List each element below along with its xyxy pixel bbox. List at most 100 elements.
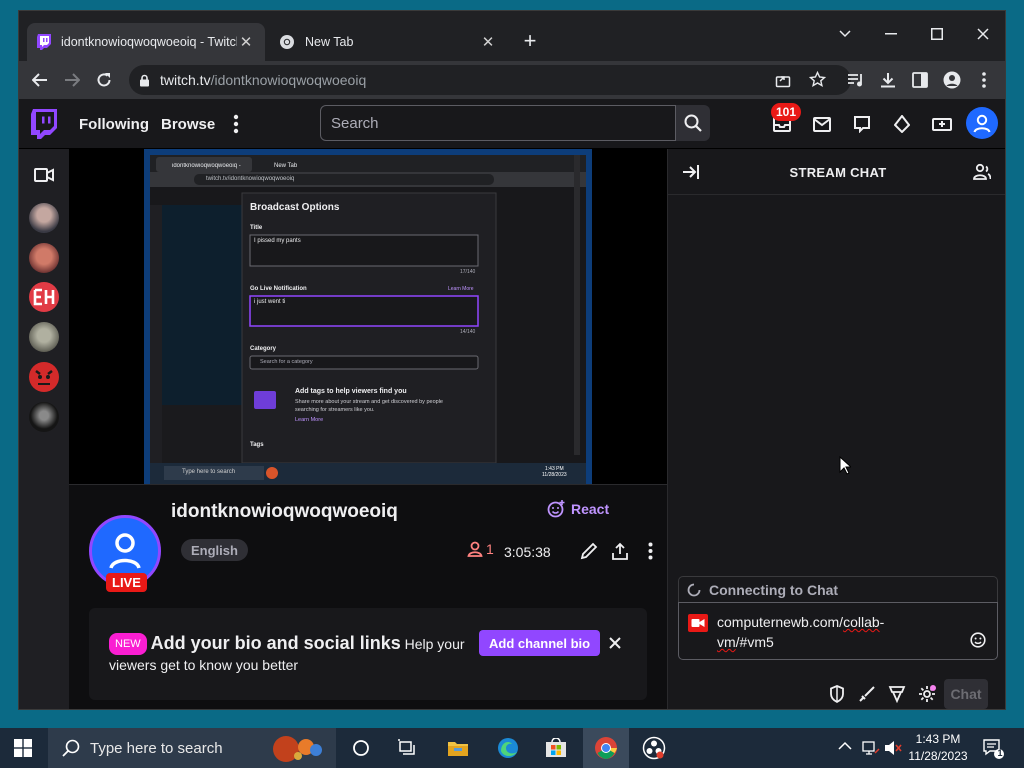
media-controls-icon[interactable] — [841, 65, 871, 95]
nav-browse[interactable]: Browse — [161, 99, 215, 149]
mouse-cursor-icon — [839, 456, 851, 475]
task-view-icon[interactable] — [384, 728, 430, 768]
bits-icon[interactable] — [887, 109, 917, 139]
more-nav-icon[interactable] — [233, 114, 239, 134]
predictions-icon[interactable] — [886, 683, 908, 705]
reload-icon[interactable] — [89, 65, 119, 95]
language-tag[interactable]: English — [181, 539, 248, 561]
chrome-taskbar-icon[interactable] — [583, 728, 629, 768]
nav-following[interactable]: Following — [79, 99, 149, 149]
tray-chevron-icon[interactable] — [838, 741, 852, 750]
close-window-icon[interactable] — [963, 19, 1003, 49]
action-center-icon[interactable]: 1 — [982, 738, 1004, 760]
tab-title: New Tab — [305, 35, 354, 49]
search-icon[interactable] — [676, 105, 710, 141]
search-input[interactable]: Search — [320, 105, 676, 141]
twitch-favicon-icon — [37, 34, 51, 50]
channel-name[interactable]: idontknowioqwoqwoeoiq — [171, 501, 398, 523]
nested-clock: 1:43 PM 11/28/2023 — [542, 466, 567, 478]
bio-promo-card: NEW Add your bio and social links Help yo… — [89, 608, 647, 700]
channel-avatar[interactable] — [29, 282, 59, 312]
twitch-logo-icon[interactable] — [31, 109, 57, 139]
viewer-count: 1 — [467, 541, 494, 557]
chat-title: STREAM CHAT — [789, 164, 887, 180]
side-panel-icon[interactable] — [905, 65, 935, 95]
viewer-count-value: 1 — [486, 541, 494, 557]
windows-taskbar: Type here to search 1:43 PM 11/28/2023 1 — [0, 728, 1024, 768]
share-upload-icon[interactable] — [608, 539, 632, 563]
channel-avatar[interactable] — [29, 402, 59, 432]
channel-info-panel: LIVE idontknowioqwoqwoeoiq English React… — [69, 484, 667, 709]
back-icon[interactable] — [25, 65, 55, 95]
close-tab-icon[interactable]: ✕ — [479, 33, 497, 51]
channel-avatar[interactable] — [29, 203, 59, 233]
prime-loot-icon[interactable] — [927, 109, 957, 139]
tab-twitch[interactable]: idontknowioqwoqwoeoiq - Twitch ✕ — [27, 23, 265, 61]
tab-new-tab[interactable]: New Tab ✕ — [269, 23, 507, 61]
community-icon[interactable] — [973, 163, 991, 181]
stream-video-frame: idontknowioqwoqwoeoiq - Twitch New Tab t… — [144, 149, 592, 484]
taskbar-clock[interactable]: 1:43 PM 11/28/2023 — [900, 731, 976, 765]
add-channel-bio-button[interactable]: Add channel bio — [479, 630, 601, 656]
chat-text-part: /#vm5 — [735, 634, 774, 650]
nested-tab-title: New Tab — [274, 163, 298, 169]
download-icon[interactable] — [873, 65, 903, 95]
browser-window: idontknowioqwoqwoeoiq - Twitch ✕ New Tab… — [18, 10, 1006, 710]
forward-icon[interactable] — [57, 65, 87, 95]
chrome-menu-icon[interactable] — [969, 65, 999, 95]
cortana-icon[interactable] — [338, 728, 384, 768]
channel-avatar[interactable] — [29, 362, 59, 392]
share-icon[interactable] — [775, 72, 791, 88]
nested-golive-label: Go Live Notification — [250, 286, 307, 292]
profile-icon[interactable] — [937, 65, 967, 95]
bookmark-star-icon[interactable] — [809, 71, 826, 88]
chat-input[interactable]: computernewb.com/collab- vm/#vm5 — [678, 602, 998, 660]
mod-sword-icon[interactable] — [856, 683, 878, 705]
followed-channels-icon[interactable] — [34, 167, 54, 183]
new-tab-button[interactable]: + — [517, 28, 543, 54]
address-bar[interactable]: twitch.tv/idontknowioqwoqwoeoiq — [129, 65, 851, 95]
obs-taskbar-icon[interactable] — [631, 728, 677, 768]
channel-avatar[interactable] — [29, 243, 59, 273]
microsoft-store-icon[interactable] — [533, 728, 579, 768]
bio-promo-text: NEW Add your bio and social links Help yo… — [109, 633, 479, 675]
video-player[interactable]: idontknowioqwoqwoeoiq - Twitch New Tab t… — [69, 149, 667, 484]
whispers-icon[interactable] — [847, 109, 877, 139]
viewers-icon — [467, 541, 483, 557]
user-avatar[interactable] — [966, 107, 998, 139]
nested-golive-value: i just went ti — [254, 299, 286, 305]
chat-settings-gear-icon[interactable] — [916, 683, 938, 705]
edge-browser-icon[interactable] — [485, 728, 531, 768]
mod-shield-icon[interactable] — [826, 683, 848, 705]
spinner-icon — [687, 583, 701, 597]
url-path: /idontknowioqwoqwoeoiq — [210, 72, 367, 88]
emote-picker-icon[interactable] — [970, 632, 986, 648]
nested-url: twitch.tv/idontknowioqwoqwoeoiq — [206, 176, 295, 182]
channel-avatar[interactable] — [29, 322, 59, 352]
close-tab-icon[interactable]: ✕ — [237, 33, 255, 51]
more-options-icon[interactable] — [638, 539, 662, 563]
nested-title-count: 17/140 — [460, 269, 476, 275]
tab-search-icon[interactable] — [825, 19, 865, 49]
chrome-favicon-icon — [279, 34, 295, 50]
inbox-icon[interactable] — [807, 109, 837, 139]
nested-tags-learn: Learn More — [295, 417, 324, 423]
minimize-icon[interactable] — [871, 19, 911, 49]
collapse-chat-icon[interactable] — [682, 164, 700, 180]
windows-start-icon[interactable] — [0, 728, 46, 768]
taskbar-search-input[interactable]: Type here to search — [48, 728, 336, 768]
react-button[interactable]: React — [547, 500, 609, 518]
send-chat-button[interactable]: Chat — [944, 679, 988, 709]
url-host: twitch.tv — [160, 72, 211, 88]
clock-date: 11/28/2023 — [908, 749, 968, 763]
nested-tags-label: Tags — [250, 442, 264, 448]
nested-dialog-title: Broadcast Options — [250, 202, 340, 213]
file-explorer-icon[interactable] — [435, 728, 481, 768]
close-icon[interactable] — [605, 633, 625, 653]
network-icon[interactable] — [862, 740, 880, 756]
maximize-icon[interactable] — [917, 19, 957, 49]
chat-input-text: computernewb.com/collab- vm/#vm5 — [717, 612, 917, 652]
nested-tags-heading: Add tags to help viewers find you — [295, 388, 407, 395]
chat-header: STREAM CHAT — [668, 149, 1005, 195]
edit-pencil-icon[interactable] — [577, 539, 601, 563]
